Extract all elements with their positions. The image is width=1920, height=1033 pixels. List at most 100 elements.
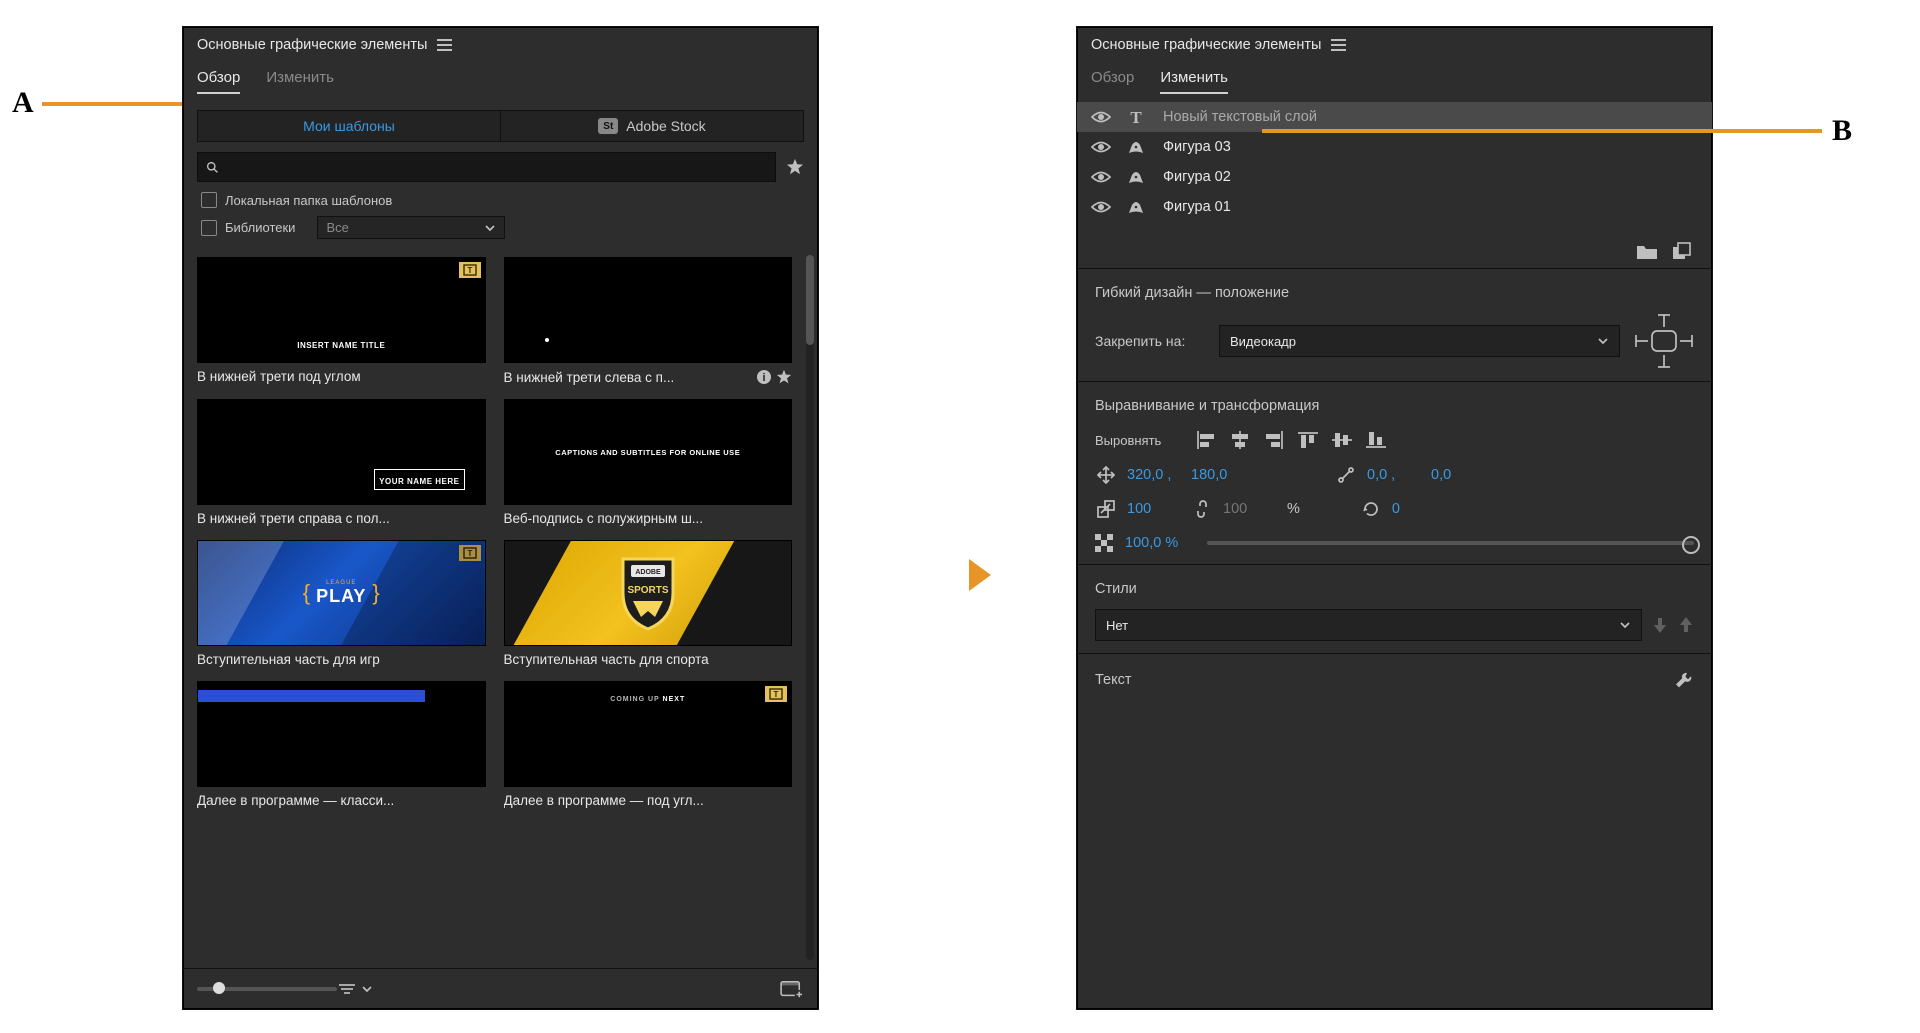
source-my-templates[interactable]: Мои шаблоны <box>198 111 500 141</box>
template-label: Вступительная часть для спорта <box>504 652 709 667</box>
svg-text:T: T <box>1130 108 1142 126</box>
text-layer-icon: T <box>1125 108 1147 126</box>
svg-text:T: T <box>467 266 472 275</box>
pos-y-value[interactable]: 180,0 <box>1191 467 1245 483</box>
opacity-slider[interactable] <box>1207 541 1694 545</box>
search-icon <box>206 161 219 174</box>
pin-diagram[interactable] <box>1634 313 1694 369</box>
pin-to-value: Видеокадр <box>1230 334 1296 349</box>
layer-row[interactable]: T Новый текстовый слой <box>1077 102 1712 132</box>
push-style-button[interactable] <box>1652 616 1668 634</box>
add-to-sequence-button[interactable] <box>780 979 804 999</box>
position-icon <box>1095 466 1117 484</box>
template-label: В нижней трети под углом <box>197 369 361 384</box>
thumb-text: CAPTIONS AND SUBTITLES FOR ONLINE USE <box>555 448 740 457</box>
align-top-icon[interactable] <box>1297 430 1319 450</box>
svg-text:ADOBE: ADOBE <box>635 569 661 576</box>
source-adobe-stock[interactable]: St Adobe Stock <box>500 111 803 141</box>
align-vcenter-icon[interactable] <box>1331 430 1353 450</box>
visibility-toggle[interactable] <box>1091 170 1109 184</box>
visibility-toggle[interactable] <box>1091 200 1109 214</box>
align-left-icon[interactable] <box>1195 430 1217 450</box>
layer-list: T Новый текстовый слой Фигура 03 Фигура … <box>1077 102 1712 222</box>
thumb-text: YOUR NAME HERE <box>379 477 459 486</box>
favorite-icon[interactable] <box>776 369 792 385</box>
template-thumb[interactable]: CAPTIONS AND SUBTITLES FOR ONLINE USE <box>504 399 793 505</box>
pen-icon <box>1125 198 1147 216</box>
svg-text:T: T <box>774 690 779 699</box>
chevron-down-icon <box>361 984 373 994</box>
stock-badge-icon: St <box>598 118 618 134</box>
template-thumb[interactable] <box>197 681 486 787</box>
info-icon[interactable]: i <box>756 369 772 385</box>
template-thumb[interactable]: T ADOBE SPORTS <box>504 540 793 646</box>
thumb-text: PLAY <box>316 586 366 607</box>
panel-title: Основные графические элементы <box>1091 37 1321 53</box>
svg-text:SPORTS: SPORTS <box>627 585 668 596</box>
layer-name: Фигура 01 <box>1163 199 1231 215</box>
responsive-title: Гибкий дизайн — положение <box>1095 285 1694 301</box>
new-layer-button[interactable] <box>1672 242 1692 260</box>
sort-button[interactable] <box>337 982 373 996</box>
scrollbar[interactable] <box>806 255 814 960</box>
panel-title: Основные графические элементы <box>197 37 427 53</box>
align-hcenter-icon[interactable] <box>1229 430 1251 450</box>
anchor-y-value[interactable]: 0,0 <box>1431 467 1485 483</box>
pin-label: Закрепить на: <box>1095 333 1205 349</box>
layer-row[interactable]: Фигура 01 <box>1077 192 1712 222</box>
checkbox-local-folder[interactable] <box>201 192 217 208</box>
anchor-x-value[interactable]: 0,0 , <box>1367 467 1421 483</box>
template-label: В нижней трети справа с пол... <box>197 511 390 526</box>
panel-menu-icon[interactable] <box>437 39 452 51</box>
opacity-value[interactable]: 100,0 % <box>1125 535 1195 551</box>
new-group-button[interactable] <box>1636 242 1658 260</box>
zoom-slider[interactable] <box>197 987 337 991</box>
thumb-text: INSERT NAME TITLE <box>297 341 385 350</box>
panel-menu-icon[interactable] <box>1331 39 1346 51</box>
libraries-filter-dropdown[interactable]: Все <box>317 216 505 239</box>
template-thumb[interactable]: T INSERT NAME TITLE <box>197 257 486 363</box>
template-grid: T INSERT NAME TITLE В нижней трети под у… <box>197 257 810 808</box>
pen-icon <box>1125 168 1147 186</box>
scale-x-value[interactable]: 100 <box>1127 501 1181 517</box>
svg-text:i: i <box>762 372 765 384</box>
wrench-icon[interactable] <box>1674 670 1694 690</box>
align-label: Выровнять <box>1095 433 1181 448</box>
label-local-folder: Локальная папка шаблонов <box>225 193 392 208</box>
pos-x-value[interactable]: 320,0 , <box>1127 467 1181 483</box>
template-thumb[interactable]: T COMING UP NEXT <box>504 681 793 787</box>
callout-letter-a: A <box>12 86 34 120</box>
tab-edit[interactable]: Изменить <box>1160 69 1228 94</box>
rotation-value[interactable]: 0 <box>1392 501 1446 517</box>
pen-icon <box>1125 138 1147 156</box>
pull-style-button[interactable] <box>1678 616 1694 634</box>
layer-row[interactable]: Фигура 03 <box>1077 132 1712 162</box>
search-input[interactable] <box>197 152 776 182</box>
chevron-down-icon <box>1619 620 1631 630</box>
browse-panel: Основные графические элементы Обзор Изме… <box>182 26 819 1010</box>
styles-dropdown[interactable]: Нет <box>1095 609 1642 641</box>
chevron-down-icon <box>1597 336 1609 346</box>
tab-browse[interactable]: Обзор <box>1091 69 1134 94</box>
align-right-icon[interactable] <box>1263 430 1285 450</box>
visibility-toggle[interactable] <box>1091 140 1109 154</box>
align-bottom-icon[interactable] <box>1365 430 1387 450</box>
label-libraries: Библиотеки <box>225 220 295 235</box>
template-thumb[interactable]: YOUR NAME HERE <box>197 399 486 505</box>
scale-unit: % <box>1287 501 1300 517</box>
template-thumb[interactable] <box>504 257 793 363</box>
callout-line-b <box>1262 129 1822 133</box>
visibility-toggle[interactable] <box>1091 110 1109 124</box>
template-thumb[interactable]: T { LEAGUE PLAY } <box>197 540 486 646</box>
tab-edit[interactable]: Изменить <box>266 69 334 94</box>
styles-value: Нет <box>1106 618 1128 633</box>
layer-name: Фигура 03 <box>1163 139 1231 155</box>
layer-row[interactable]: Фигура 02 <box>1077 162 1712 192</box>
chevron-down-icon <box>484 223 496 233</box>
link-icon[interactable] <box>1191 500 1213 518</box>
tab-browse[interactable]: Обзор <box>197 69 240 94</box>
pin-to-dropdown[interactable]: Видеокадр <box>1219 325 1620 357</box>
scale-icon <box>1095 500 1117 518</box>
checkbox-libraries[interactable] <box>201 220 217 236</box>
favorites-filter-button[interactable] <box>786 158 804 176</box>
